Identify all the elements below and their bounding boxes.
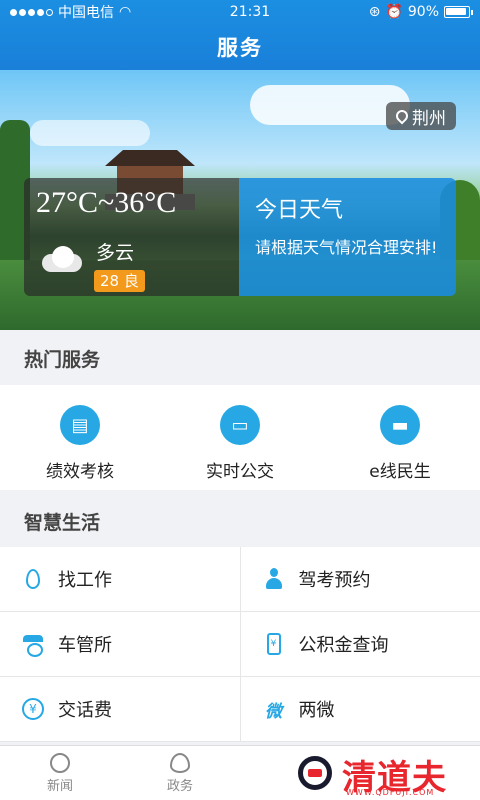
chat-icon: ▬	[380, 405, 420, 445]
hot-services-heading: 热门服务	[0, 334, 480, 386]
watermark-emblem-icon	[298, 756, 332, 790]
signal-icon	[10, 8, 53, 16]
aqi-badge: 28 良	[94, 270, 145, 292]
hot-service-eline[interactable]: ▬ e线民生	[320, 385, 480, 490]
rotation-lock-icon: ⊛	[368, 4, 381, 20]
weather-condition: 多云	[96, 242, 135, 264]
smart-life-job[interactable]: 找工作	[0, 547, 240, 611]
hot-service-bus[interactable]: ▭ 实时公交	[160, 385, 320, 490]
sky-cloud	[30, 120, 150, 146]
smart-life-phone-bill[interactable]: ¥ 交话费	[0, 677, 240, 741]
watermark-logo: 清道夫 WWW.QDFUJI.COM	[290, 750, 470, 798]
today-weather-title: 今日天气	[255, 198, 344, 223]
phone-yen-icon: ¥	[263, 633, 285, 655]
hot-service-performance[interactable]: ▤ 绩效考核	[0, 385, 160, 490]
smart-life-heading: 智慧生活	[0, 497, 480, 549]
location-badge[interactable]: 荆州	[386, 102, 456, 130]
person-icon	[50, 752, 70, 773]
alarm-icon: ⏰	[385, 4, 403, 20]
smart-life-two-micro[interactable]: 微 两微	[239, 677, 480, 741]
bus-icon: ▭	[220, 405, 260, 445]
tab-news[interactable]: 新闻	[0, 746, 120, 800]
carrier: 中国电信	[58, 5, 114, 21]
top-bar: 中国电信 ◠ 21:31 ⊛ ⏰ 90% 服务	[0, 0, 480, 70]
smart-life-driving-test[interactable]: 驾考预约	[239, 547, 480, 611]
clock: 21:31	[229, 4, 271, 20]
weather-card: 27°C~36°C 多云 28 良	[24, 178, 239, 296]
smart-life-vehicle-office[interactable]: 车管所	[0, 612, 240, 676]
smart-life-housing-fund[interactable]: ¥ 公积金查询	[239, 612, 480, 676]
flame-icon	[170, 752, 190, 773]
document-icon: ▤	[60, 405, 100, 445]
battery-icon	[444, 6, 473, 18]
page-title: 服务	[217, 36, 263, 60]
water-drop-icon	[22, 568, 44, 590]
police-cap-icon	[22, 633, 44, 657]
location-pin-icon	[393, 107, 411, 125]
today-weather-text: 请根据天气情况合理安排!	[255, 238, 438, 257]
weibo-icon: 微	[265, 701, 282, 722]
location-label: 荆州	[412, 108, 446, 129]
battery-percent: 90%	[407, 4, 439, 20]
status-bar: 中国电信 ◠ 21:31 ⊛ ⏰ 90%	[0, 0, 480, 24]
cloudy-icon	[38, 246, 88, 272]
yen-circle-icon: ¥	[22, 698, 44, 720]
temperature-range: 27°C~36°C	[36, 186, 177, 219]
weather-banner: 荆州 27°C~36°C 多云 28 良 今日天气 请根据天气情况合理安排!	[0, 70, 480, 330]
wifi-icon: ◠	[119, 4, 132, 20]
hot-services: ▤ 绩效考核 ▭ 实时公交 ▬ e线民生	[0, 385, 480, 490]
today-weather-card: 今日天气 请根据天气情况合理安排!	[239, 178, 456, 296]
driver-icon	[263, 568, 285, 590]
smart-life-grid: 找工作 驾考预约 车管所 ¥ 公积金查询 ¥ 交话费 微 两微	[0, 547, 480, 742]
tab-government[interactable]: 政务	[120, 746, 240, 800]
